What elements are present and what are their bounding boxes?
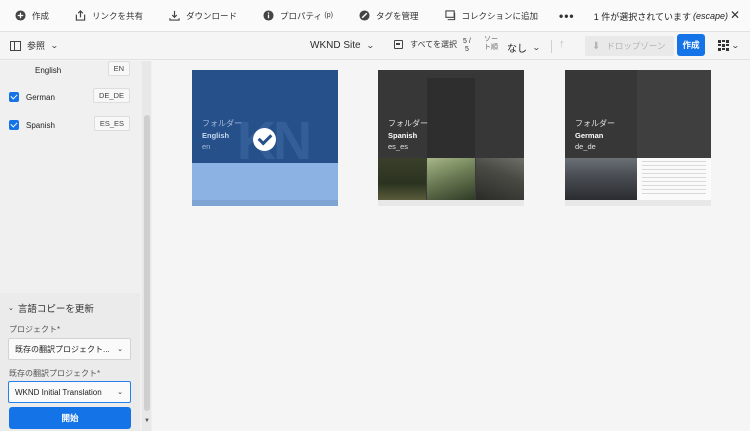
card-title: Spanish	[388, 131, 418, 140]
collection-add-icon	[444, 10, 456, 21]
download-action-label: ダウンロード	[186, 10, 238, 21]
selection-count-top: 5 /	[463, 38, 471, 45]
dropzone-button[interactable]: ⬇ ドロップゾーン	[585, 36, 674, 56]
chevron-down-icon: ⌄	[117, 389, 123, 396]
card-view-icon	[718, 40, 729, 51]
card-kind: フォルダー	[202, 119, 242, 128]
update-language-copy-header[interactable]: ⌄ 言語コピーを更新	[8, 301, 94, 315]
share-link-action[interactable]: リンクを共有	[60, 0, 154, 32]
select-all-label: すべてを選択	[410, 40, 457, 49]
card-meta: フォルダー English en	[202, 118, 242, 151]
manage-tags-action[interactable]: タグを管理	[344, 0, 430, 32]
selection-count-text: 1 件が選択されています	[593, 11, 691, 22]
card-code: es_es	[388, 142, 409, 151]
select-all-checkbox-icon	[394, 40, 403, 49]
select-all-button[interactable]: すべてを選択	[394, 39, 457, 50]
checkbox-checked-icon[interactable]	[9, 92, 19, 102]
checkmark-icon[interactable]	[253, 128, 276, 151]
project-select-value: 既存の翻訳プロジェクト...	[15, 344, 110, 354]
language-code-badge: DE_DE	[92, 88, 130, 103]
sort-dropdown[interactable]: なし ⌄	[507, 40, 541, 55]
selection-escape-hint: (escape)	[692, 11, 728, 21]
sort-value: なし	[507, 44, 527, 55]
update-language-copy-title: 言語コピーを更新	[17, 304, 94, 315]
existing-project-label: 既存の翻訳プロジェクト*	[9, 369, 101, 378]
manage-tags-action-label: タグを管理	[375, 10, 419, 21]
selection-count: 5 / 5	[463, 38, 471, 54]
create-action[interactable]: 作成	[0, 0, 60, 32]
existing-project-select[interactable]: WKND Initial Translation ⌄	[8, 381, 131, 403]
selection-status: 1 件が選択されています (escape)	[594, 0, 728, 32]
scroll-down-icon[interactable]: ▼	[144, 418, 150, 424]
chevron-down-icon: ⌄	[365, 41, 375, 50]
rail-scrollbar-thumb[interactable]	[144, 115, 150, 411]
site-title: WKND Site	[310, 40, 361, 51]
folder-card-spanish[interactable]: フォルダー Spanish es_es	[378, 70, 524, 206]
tag-icon	[359, 10, 370, 21]
rail-panel-icon	[10, 40, 21, 51]
site-title-dropdown[interactable]: WKND Site ⌄	[310, 40, 375, 51]
language-name: English	[35, 65, 62, 75]
share-icon	[75, 10, 86, 21]
rail-toggle-button[interactable]: 参照 ⌄	[10, 39, 59, 52]
create-action-label: 作成	[32, 10, 50, 21]
card-thumbnail-document	[637, 158, 711, 200]
card-thumbnail-image	[476, 158, 524, 200]
close-selection-icon[interactable]: ✕	[730, 9, 742, 21]
download-icon: ⬇	[592, 40, 601, 52]
card-thumbnail-image	[427, 158, 475, 200]
plus-circle-icon	[15, 10, 26, 21]
card-code: de_de	[575, 142, 596, 151]
add-to-collection-action[interactable]: コレクションに追加	[430, 0, 550, 32]
chevron-down-icon: ⌄	[50, 41, 59, 50]
card-kind: フォルダー	[575, 119, 615, 128]
language-code-badge: ES_ES	[93, 116, 130, 131]
project-select[interactable]: 既存の翻訳プロジェクト... ⌄	[8, 338, 131, 360]
properties-action[interactable]: プロパティ (p)	[248, 0, 344, 32]
view-switcher[interactable]: ⌄	[718, 40, 740, 51]
language-name: Spanish	[26, 120, 55, 130]
toolbar-divider	[551, 40, 552, 53]
properties-action-label: プロパティ	[280, 10, 323, 21]
selection-count-bottom: 5	[464, 46, 469, 53]
language-code-badge: EN	[107, 61, 130, 76]
rail-toggle-label: 参照	[27, 41, 46, 51]
card-kind: フォルダー	[388, 119, 428, 128]
card-thumbnail-column	[427, 78, 475, 158]
chevron-down-icon: ⌄	[531, 43, 541, 52]
download-action[interactable]: ダウンロード	[154, 0, 248, 32]
checkbox-checked-icon[interactable]	[9, 120, 19, 130]
dropzone-label: ドロップゾーン	[606, 41, 666, 51]
folder-card-german[interactable]: フォルダー German de_de	[565, 70, 711, 206]
language-item-german[interactable]: German DE_DE	[0, 87, 140, 107]
card-code: en	[202, 142, 211, 151]
add-to-collection-action-label: コレクションに追加	[461, 10, 539, 21]
card-thumbnail-image	[565, 158, 637, 200]
sort-label: ソート順	[484, 36, 498, 51]
share-link-action-label: リンクを共有	[92, 10, 144, 21]
card-meta: フォルダー German de_de	[575, 118, 615, 151]
card-thumbnail-image	[378, 158, 426, 200]
language-item-spanish[interactable]: Spanish ES_ES	[0, 115, 140, 135]
properties-shortcut: (p)	[324, 12, 333, 19]
existing-project-select-value: WKND Initial Translation	[15, 387, 102, 397]
card-meta: フォルダー Spanish es_es	[388, 118, 428, 151]
sort-direction-button[interactable]: ↑	[559, 38, 565, 50]
create-button[interactable]: 作成	[677, 34, 705, 56]
more-actions-button[interactable]: •••	[549, 0, 586, 32]
card-title: German	[575, 131, 604, 140]
language-item-english[interactable]: English EN	[0, 60, 140, 80]
start-button[interactable]: 開始	[9, 407, 131, 429]
card-title: English	[202, 131, 230, 140]
info-icon	[263, 10, 274, 21]
language-name: German	[26, 92, 55, 102]
chevron-down-icon: ⌄	[117, 346, 123, 353]
download-icon	[169, 10, 180, 21]
project-label: プロジェクト*	[9, 325, 61, 334]
chevron-down-icon: ⌄	[8, 305, 14, 312]
content-toolbar: 参照 ⌄ WKND Site ⌄ すべてを選択 5 / 5 ソート順 なし ⌄ …	[0, 32, 750, 60]
folder-card-english[interactable]: KN フォルダー English en	[192, 70, 338, 206]
chevron-down-icon: ⌄	[730, 40, 740, 50]
